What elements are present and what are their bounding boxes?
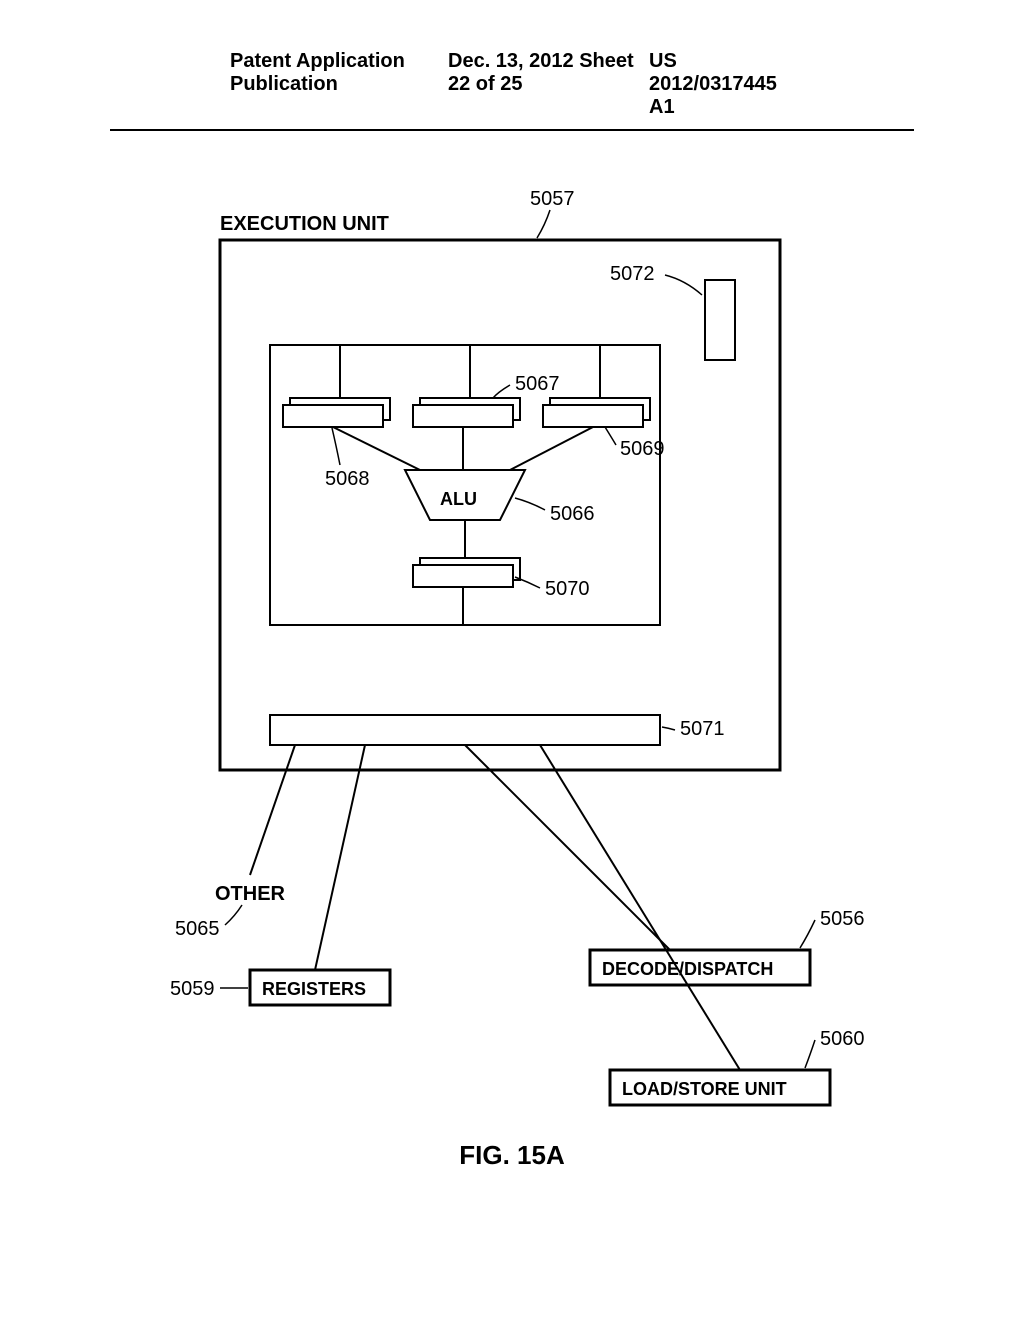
box-5071 (270, 715, 660, 745)
decode-label: DECODE/DISPATCH (602, 959, 773, 979)
line-to-loadstore (540, 745, 740, 1070)
lead-5069 (605, 427, 616, 445)
ref-5066: 5066 (550, 503, 595, 525)
ref-5057: 5057 (530, 188, 575, 210)
page-header: Patent Application Publication Dec. 13, … (110, 0, 914, 131)
lead-5060 (805, 1040, 815, 1068)
reg-5069-front (543, 405, 643, 427)
ref-5056: 5056 (820, 908, 865, 930)
ref-5070: 5070 (545, 578, 590, 600)
lead-5066 (515, 498, 545, 510)
lead-5068 (332, 428, 340, 465)
ref-5060: 5060 (820, 1028, 865, 1050)
lead-5067 (493, 385, 510, 398)
lead-5065 (225, 905, 242, 925)
lead-5071 (662, 727, 675, 730)
alu-label: ALU (440, 489, 477, 509)
registers-label: REGISTERS (262, 979, 366, 999)
header-left: Patent Application Publication (230, 50, 448, 119)
line-to-other (250, 745, 295, 875)
lead-5056 (800, 920, 815, 948)
reg-5068-front (283, 405, 383, 427)
box-5072 (705, 280, 735, 360)
header-center: Dec. 13, 2012 Sheet 22 of 25 (448, 50, 649, 119)
lead-5057 (537, 210, 550, 238)
ref-5065: 5065 (175, 918, 220, 940)
reg-5067-front (413, 405, 513, 427)
ref-5067: 5067 (515, 373, 560, 395)
ref-5069: 5069 (620, 438, 665, 460)
execution-unit-box (220, 240, 780, 770)
lead-5072 (665, 275, 702, 295)
execution-unit-title: EXECUTION UNIT (220, 213, 389, 235)
ref-5071: 5071 (680, 718, 725, 740)
line-to-decode (465, 745, 670, 950)
reg-5070-front (413, 565, 513, 587)
line-5069-alu (510, 427, 593, 470)
ref-5059: 5059 (170, 978, 215, 1000)
line-5068-alu (333, 427, 420, 470)
diagram: EXECUTION UNIT 5057 5072 5067 5068 5069 (120, 180, 900, 1180)
other-label: OTHER (215, 883, 286, 905)
lead-5070 (515, 577, 540, 588)
figure-label: FIG. 15A (0, 1140, 1024, 1171)
loadstore-label: LOAD/STORE UNIT (622, 1079, 787, 1099)
ref-5072: 5072 (610, 263, 655, 285)
header-right: US 2012/0317445 A1 (649, 50, 794, 119)
ref-5068: 5068 (325, 468, 370, 490)
line-to-registers (315, 745, 365, 970)
